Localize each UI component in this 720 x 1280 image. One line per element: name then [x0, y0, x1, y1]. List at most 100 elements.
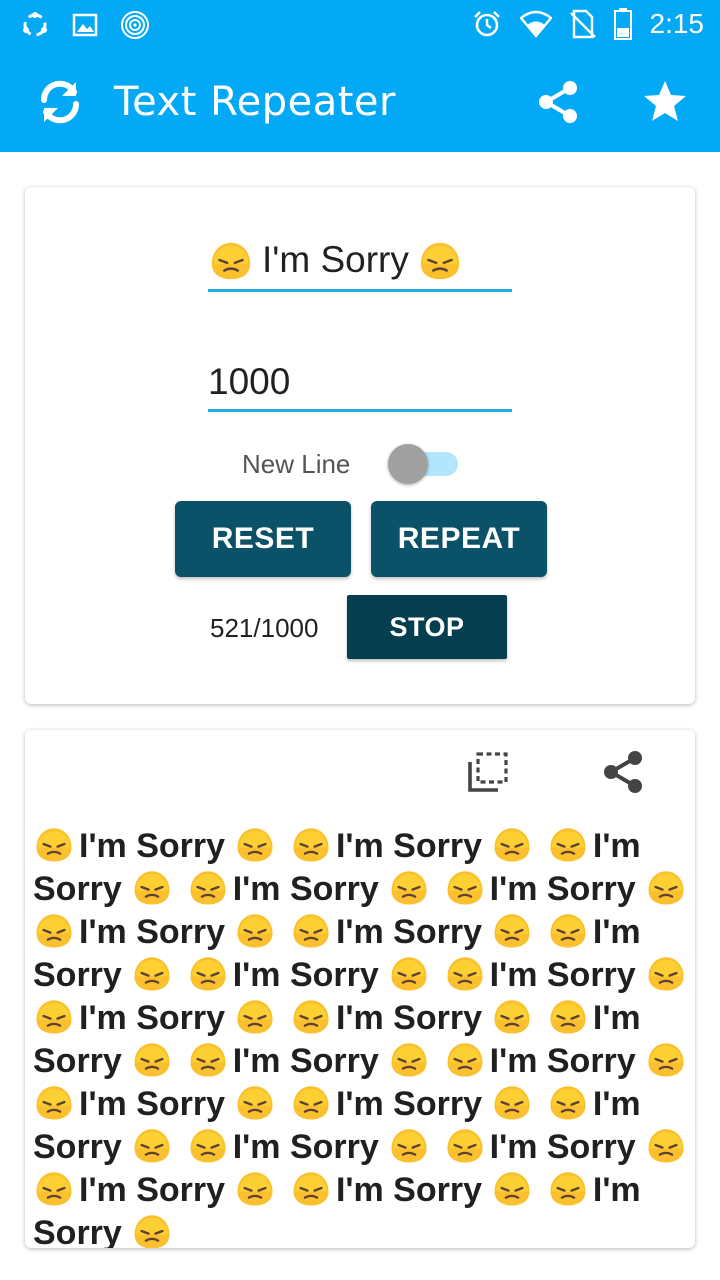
app-title: Text Repeater — [114, 79, 396, 125]
sorry-emoji-icon — [187, 867, 229, 907]
sorry-emoji-icon — [645, 1125, 687, 1165]
progress-counter: 521/1000 — [210, 613, 319, 643]
repeated-text-segment: Sorry — [136, 1171, 280, 1209]
sorry-emoji-icon — [645, 1039, 687, 1079]
sorry-emoji-icon — [131, 1039, 173, 1079]
repeated-text-segment: Sorry — [290, 1128, 434, 1166]
sorry-emoji-icon — [645, 953, 687, 993]
newline-row: New Line — [242, 443, 460, 485]
repeated-text-word: I'm — [79, 827, 127, 865]
repeated-text-word: I'm — [232, 956, 281, 994]
repeated-output-text: I'm Sorry I'm Sorry I'm Sorry I'm Sorry … — [33, 824, 693, 1248]
sorry-emoji-icon — [208, 237, 254, 283]
sorry-emoji-icon — [645, 867, 687, 907]
repeated-text-word: I'm — [79, 1171, 127, 1209]
copy-icon[interactable] — [466, 750, 510, 794]
repeated-text-word: I'm — [79, 999, 127, 1037]
repeated-text-word: I'm — [592, 827, 641, 865]
sorry-emoji-icon — [33, 1168, 75, 1208]
wifi-icon — [519, 10, 552, 38]
repeat-icon[interactable] — [34, 78, 86, 126]
sorry-emoji-icon — [187, 1125, 229, 1165]
sorry-emoji-icon — [234, 910, 276, 950]
sorry-emoji-icon — [491, 1168, 533, 1208]
repeated-text-segment: Sorry — [393, 999, 537, 1037]
repeated-text-segment: Sorry — [393, 1085, 537, 1123]
text-input[interactable]: I'm Sorry — [208, 231, 512, 292]
sorry-emoji-icon — [234, 824, 276, 864]
sorry-emoji-icon — [187, 953, 229, 993]
output-card: I'm Sorry I'm Sorry I'm Sorry I'm Sorry … — [25, 730, 695, 1248]
repeat-button[interactable]: REPEAT — [371, 501, 547, 577]
sorry-emoji-icon — [187, 1039, 229, 1079]
repeated-text-word: I'm — [592, 1171, 641, 1209]
sorry-emoji-icon — [388, 953, 430, 993]
sorry-emoji-icon — [131, 867, 173, 907]
repeated-text-segment: Sorry — [136, 913, 280, 951]
stop-button[interactable]: STOP — [347, 595, 507, 659]
sorry-emoji-icon — [33, 1082, 75, 1122]
repeated-text-word: I'm — [335, 1085, 384, 1123]
repeated-text-word: I'm — [489, 1042, 538, 1080]
no-sim-icon — [569, 9, 596, 39]
newline-label: New Line — [242, 448, 351, 479]
repeated-text-segment: Sorry — [33, 870, 177, 908]
sorry-emoji-icon — [491, 824, 533, 864]
repeated-text-word: I'm — [232, 1128, 281, 1166]
sorry-emoji-icon — [234, 1082, 276, 1122]
sorry-emoji-icon — [444, 1125, 486, 1165]
sorry-emoji-icon — [131, 1125, 173, 1165]
repeated-text-segment: Sorry — [33, 1128, 177, 1166]
alarm-icon — [472, 9, 502, 39]
sorry-emoji-icon — [388, 1125, 430, 1165]
sorry-emoji-icon — [33, 996, 75, 1036]
repeated-text-word: I'm — [489, 956, 538, 994]
sorry-emoji-icon — [33, 824, 75, 864]
sorry-emoji-icon — [547, 1082, 589, 1122]
reset-button[interactable]: RESET — [175, 501, 351, 577]
sorry-emoji-icon — [444, 953, 486, 993]
repeated-text-word: I'm — [79, 913, 127, 951]
sorry-emoji-icon — [417, 237, 463, 283]
repeated-text-word: I'm — [489, 870, 538, 908]
count-input-value: 1000 — [208, 361, 291, 402]
sorry-emoji-icon — [491, 1082, 533, 1122]
text-input-value: I'm Sorry — [262, 239, 409, 280]
sorry-emoji-icon — [290, 996, 332, 1036]
repeated-text-word: I'm — [232, 870, 281, 908]
sorry-emoji-icon — [444, 867, 486, 907]
image-icon — [72, 12, 98, 38]
share-icon[interactable] — [536, 80, 580, 124]
status-clock: 2:15 — [649, 8, 705, 39]
repeated-text-segment: Sorry — [33, 1042, 177, 1080]
sorry-emoji-icon — [290, 824, 332, 864]
repeated-text-word: I'm — [335, 999, 384, 1037]
count-input[interactable]: 1000 — [208, 355, 512, 412]
sorry-emoji-icon — [290, 910, 332, 950]
sorry-emoji-icon — [290, 1168, 332, 1208]
repeated-text-segment: Sorry — [33, 956, 177, 994]
repeater-form-card: I'm Sorry 1000 New Line RESET REPEAT 521… — [25, 187, 695, 704]
sync-circle-icon — [20, 10, 50, 40]
repeated-text-segment: Sorry — [136, 1085, 280, 1123]
app-bar: Text Repeater — [0, 52, 720, 152]
sorry-emoji-icon — [131, 953, 173, 993]
star-icon[interactable] — [641, 78, 689, 126]
share-output-icon[interactable] — [601, 750, 645, 794]
repeated-text-segment: Sorry — [547, 870, 691, 908]
repeated-text-segment: Sorry — [393, 1171, 537, 1209]
sorry-emoji-icon — [547, 1168, 589, 1208]
target-icon — [120, 10, 150, 40]
repeated-text-segment: Sorry — [136, 999, 280, 1037]
repeated-text-word: I'm — [592, 999, 641, 1037]
sorry-emoji-icon — [444, 1039, 486, 1079]
repeated-text-word: I'm — [335, 1171, 384, 1209]
sorry-emoji-icon — [547, 996, 589, 1036]
repeated-text-segment: Sorry — [136, 827, 280, 865]
repeated-text-segment: Sorry — [393, 827, 537, 865]
newline-toggle[interactable] — [388, 443, 460, 485]
sorry-emoji-icon — [234, 996, 276, 1036]
sorry-emoji-icon — [547, 910, 589, 950]
toggle-thumb — [388, 444, 428, 484]
repeated-text-word: I'm — [592, 913, 641, 951]
